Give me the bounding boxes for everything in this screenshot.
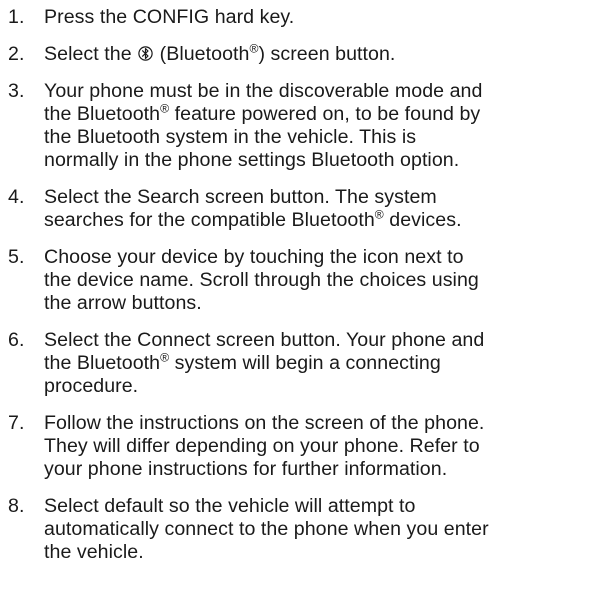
step-1: 1. Press the CONFIG hard key.: [8, 6, 587, 29]
step-line: the Bluetooth® system will begin a conne…: [44, 350, 587, 375]
step-6: 6. Select the Connect screen button. You…: [8, 329, 587, 398]
step-text: Select the Connect screen button. Your p…: [44, 329, 587, 398]
step-line: your phone instructions for further info…: [44, 458, 448, 480]
step-line: Select the Connect screen button. Your p…: [44, 329, 485, 351]
step-line: normally in the phone settings Bluetooth…: [44, 149, 460, 171]
step-text-segment: Select the: [44, 43, 132, 65]
step-line: Your phone must be in the discoverable m…: [44, 80, 483, 102]
instruction-list: 1. Press the CONFIG hard key. 2. Select …: [0, 0, 597, 609]
step-text: Follow the instructions on the screen of…: [44, 412, 587, 481]
step-text: Select the (Bluetooth®) screen button.: [44, 42, 587, 66]
step-line: Select the (Bluetooth®) screen button.: [44, 42, 587, 66]
step-number: 2.: [8, 43, 25, 65]
step-line: the arrow buttons.: [44, 292, 202, 314]
bluetooth-icon: [138, 46, 153, 61]
step-line: Choose your device by touching the icon …: [44, 246, 464, 268]
registered-mark: ®: [160, 101, 170, 116]
step-2: 2. Select the (Bluetooth®) screen button…: [8, 42, 587, 66]
step-number: 1.: [8, 6, 25, 28]
step-text-segment: feature powered on, to be found by: [169, 103, 481, 125]
step-text-segment: devices.: [383, 209, 462, 231]
step-3: 3. Your phone must be in the discoverabl…: [8, 80, 587, 172]
step-number: 3.: [8, 80, 25, 102]
step-line: the Bluetooth® feature powered on, to be…: [44, 101, 587, 126]
step-line: Press the CONFIG hard key.: [44, 6, 295, 28]
step-text: Press the CONFIG hard key.: [44, 6, 587, 29]
step-line: Select default so the vehicle will attem…: [44, 495, 416, 517]
step-text-segment: searches for the compatible Bluetooth: [44, 209, 375, 231]
step-text-segment: the Bluetooth: [44, 103, 161, 125]
step-line: the vehicle.: [44, 541, 144, 563]
step-line: searches for the compatible Bluetooth® d…: [44, 207, 587, 232]
step-text-segment: the Bluetooth: [44, 352, 161, 374]
step-text: Choose your device by touching the icon …: [44, 246, 587, 315]
step-text-segment: system will begin a connecting: [169, 352, 441, 374]
step-text: Select default so the vehicle will attem…: [44, 495, 587, 564]
step-line: the device name. Scroll through the choi…: [44, 269, 479, 291]
step-8: 8. Select default so the vehicle will at…: [8, 495, 587, 564]
step-number: 6.: [8, 329, 25, 351]
step-number: 5.: [8, 246, 25, 268]
step-line: Follow the instructions on the screen of…: [44, 412, 485, 434]
step-number: 7.: [8, 412, 25, 434]
step-number: 8.: [8, 495, 25, 517]
step-number: 4.: [8, 186, 25, 208]
step-text: Your phone must be in the discoverable m…: [44, 80, 587, 172]
step-4: 4. Select the Search screen button. The …: [8, 186, 587, 232]
step-text: Select the Search screen button. The sys…: [44, 186, 587, 232]
step-line: automatically connect to the phone when …: [44, 518, 489, 540]
step-text-segment: (Bluetooth: [159, 43, 250, 65]
registered-mark: ®: [374, 207, 384, 222]
step-line: Select the Search screen button. The sys…: [44, 186, 437, 208]
step-line: the Bluetooth system in the vehicle. Thi…: [44, 126, 417, 148]
step-line: procedure.: [44, 375, 139, 397]
step-text-segment: ) screen button.: [258, 43, 396, 65]
step-7: 7. Follow the instructions on the screen…: [8, 412, 587, 481]
step-5: 5. Choose your device by touching the ic…: [8, 246, 587, 315]
step-line: They will differ depending on your phone…: [44, 435, 480, 457]
registered-mark: ®: [160, 350, 170, 365]
